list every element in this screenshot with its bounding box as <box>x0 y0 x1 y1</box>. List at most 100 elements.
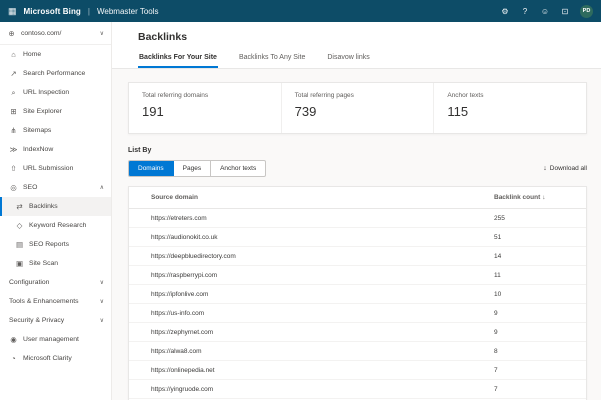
sidebar-item-backlinks[interactable]: ⇄ Backlinks <box>0 197 111 216</box>
page-title: Backlinks <box>138 31 601 43</box>
download-all-label: Download all <box>550 165 587 172</box>
magnifier-icon: ⌕ <box>9 88 18 98</box>
table-row[interactable]: https://us-info.com 9 <box>129 304 586 323</box>
table-row[interactable]: https://alwa8.com 8 <box>129 342 586 361</box>
notifications-icon[interactable]: ⊡ <box>560 7 570 16</box>
app-launcher-icon[interactable]: ▦ <box>8 7 17 16</box>
sidebar-item-search-performance[interactable]: ↗ Search Performance <box>0 64 111 83</box>
microsoft-clarity-icon: ◔ <box>9 354 18 363</box>
sidebar-item-seo-reports[interactable]: ▤ SEO Reports <box>0 235 111 254</box>
source-domain-link[interactable]: https://etreters.com <box>129 215 494 222</box>
chevron-down-icon: ∨ <box>100 298 104 305</box>
user-avatar[interactable]: PD <box>580 5 593 18</box>
backlink-count-value: 9 <box>494 329 586 336</box>
sidebar-item-label: Site Explorer <box>23 108 104 115</box>
sidebar-item-indexnow[interactable]: ≫ IndexNow <box>0 140 111 159</box>
download-all-button[interactable]: ↓ Download all <box>543 165 587 172</box>
list-by-option-domains[interactable]: Domains <box>129 161 174 176</box>
stat-value: 191 <box>142 104 268 119</box>
sidebar-section-label: Configuration <box>9 279 95 286</box>
settings-gear-icon[interactable]: ⚙ <box>500 7 510 16</box>
stat-label: Anchor texts <box>447 92 573 99</box>
chevron-down-icon: ∨ <box>100 317 104 324</box>
chevron-up-icon: ∧ <box>100 184 104 191</box>
sidebar-section-configuration[interactable]: Configuration ∨ <box>0 273 111 292</box>
backlink-count-value: 8 <box>494 348 586 355</box>
source-domain-link[interactable]: https://zephyrnet.com <box>129 329 494 336</box>
table-row[interactable]: https://deepbluedirectory.com 14 <box>129 247 586 266</box>
download-icon: ↓ <box>543 165 547 172</box>
site-explorer-icon: ⊞ <box>9 107 18 116</box>
globe-icon: ⊕ <box>7 29 16 38</box>
topbar-actions: ⚙ ? ☺ ⊡ PD <box>500 5 593 18</box>
backlink-count-value: 255 <box>494 215 586 222</box>
source-domain-link[interactable]: https://us-info.com <box>129 310 494 317</box>
sidebar-item-sitemaps[interactable]: ⋔ Sitemaps <box>0 121 111 140</box>
sidebar-item-user-management[interactable]: ◉ User management <box>0 330 111 349</box>
source-domain-link[interactable]: https://onlinepedia.net <box>129 367 494 374</box>
tab-backlinks-to-any-site[interactable]: Backlinks To Any Site <box>238 50 306 68</box>
source-domain-link[interactable]: https://raspberrypi.com <box>129 272 494 279</box>
table-row[interactable]: https://ipfonlive.com 10 <box>129 285 586 304</box>
sidebar-item-home[interactable]: ⌂ Home <box>0 45 111 64</box>
table-row[interactable]: https://zephyrnet.com 9 <box>129 323 586 342</box>
sidebar-item-label: Sitemaps <box>23 127 104 134</box>
stat-label: Total referring domains <box>142 92 268 99</box>
sidebar-item-label: Keyword Research <box>29 222 104 229</box>
site-selector[interactable]: ⊕ contoso.com/ ∨ <box>0 22 111 45</box>
stat-total-referring-domains: Total referring domains 191 <box>129 83 282 133</box>
sidebar-item-microsoft-clarity[interactable]: ◔ Microsoft Clarity <box>0 349 111 368</box>
keyword-research-icon: ◇ <box>15 221 24 230</box>
stat-anchor-texts: Anchor texts 115 <box>434 83 586 133</box>
table-row[interactable]: https://raspberrypi.com 11 <box>129 266 586 285</box>
sidebar-section-security-privacy[interactable]: Security & Privacy ∨ <box>0 311 111 330</box>
backlinks-icon: ⇄ <box>15 202 24 211</box>
sidebar-item-url-inspection[interactable]: ⌕ URL Inspection <box>0 83 111 102</box>
backlink-count-value: 10 <box>494 291 586 298</box>
source-domain-link[interactable]: https://deepbluedirectory.com <box>129 253 494 260</box>
sidebar: ⊕ contoso.com/ ∨ ⌂ Home ↗ Search Perform… <box>0 22 112 400</box>
column-header-backlink-count[interactable]: Backlink count↓ <box>494 194 586 201</box>
source-domain-link[interactable]: https://alwa8.com <box>129 348 494 355</box>
table-row[interactable]: https://audionokit.co.uk 51 <box>129 228 586 247</box>
stat-label: Total referring pages <box>295 92 421 99</box>
table-row[interactable]: https://etreters.com 255 <box>129 209 586 228</box>
brand-name: Microsoft Bing <box>24 7 81 16</box>
sidebar-section-seo[interactable]: ◎ SEO ∧ <box>0 178 111 197</box>
list-by-option-anchor-texts[interactable]: Anchor texts <box>211 161 265 176</box>
stat-total-referring-pages: Total referring pages 739 <box>282 83 435 133</box>
list-by-label: List By <box>128 147 587 154</box>
sidebar-item-site-explorer[interactable]: ⊞ Site Explorer <box>0 102 111 121</box>
sitemaps-icon: ⋔ <box>9 126 18 135</box>
stat-value: 115 <box>447 104 573 119</box>
sidebar-item-label: Site Scan <box>29 260 104 267</box>
sidebar-item-url-submission[interactable]: ⇧ URL Submission <box>0 159 111 178</box>
table-row[interactable]: https://yingruode.com 7 <box>129 380 586 399</box>
source-domain-link[interactable]: https://audionokit.co.uk <box>129 234 494 241</box>
site-scan-icon: ▣ <box>15 259 24 268</box>
sidebar-item-label: Search Performance <box>23 70 104 77</box>
tab-disavow-links[interactable]: Disavow links <box>326 50 370 68</box>
source-domain-link[interactable]: https://yingruode.com <box>129 386 494 393</box>
backlinks-table: Source domain Backlink count↓ https://et… <box>128 186 587 400</box>
stat-value: 739 <box>295 104 421 119</box>
source-domain-link[interactable]: https://ipfonlive.com <box>129 291 494 298</box>
seo-icon: ◎ <box>9 183 18 192</box>
help-icon[interactable]: ? <box>520 7 530 16</box>
tab-bar: Backlinks For Your Site Backlinks To Any… <box>138 50 601 68</box>
search-performance-icon: ↗ <box>9 69 18 78</box>
home-icon: ⌂ <box>9 50 18 59</box>
sidebar-item-keyword-research[interactable]: ◇ Keyword Research <box>0 216 111 235</box>
tab-backlinks-for-your-site[interactable]: Backlinks For Your Site <box>138 50 218 68</box>
sidebar-item-label: Microsoft Clarity <box>23 355 104 362</box>
sidebar-item-site-scan[interactable]: ▣ Site Scan <box>0 254 111 273</box>
bing-webmaster-tools-window: ▦ Microsoft Bing | Webmaster Tools ⚙ ? ☺… <box>0 0 601 400</box>
sidebar-section-tools-enhancements[interactable]: Tools & Enhancements ∨ <box>0 292 111 311</box>
table-row[interactable]: https://onlinepedia.net 7 <box>129 361 586 380</box>
sidebar-item-label: Home <box>23 51 104 58</box>
sidebar-item-label: Backlinks <box>29 203 104 210</box>
list-by-option-pages[interactable]: Pages <box>174 161 211 176</box>
feedback-smiley-icon[interactable]: ☺ <box>540 7 550 16</box>
list-by-controls: Domains Pages Anchor texts ↓ Download al… <box>128 160 587 177</box>
backlink-count-value: 9 <box>494 310 586 317</box>
